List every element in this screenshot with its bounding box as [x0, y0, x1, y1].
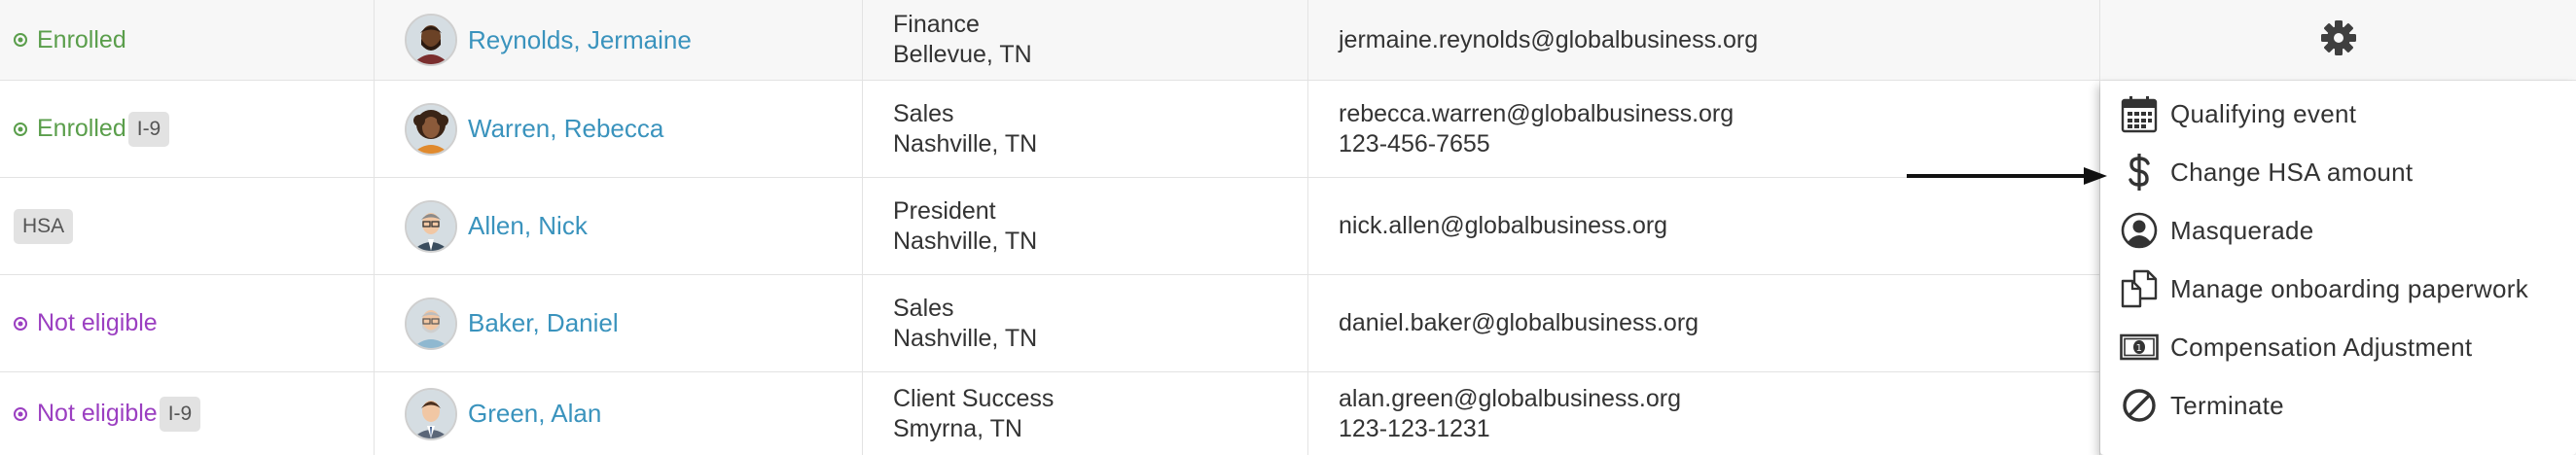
status-dot-icon — [14, 33, 27, 47]
department-cell: Finance Bellevue, TN — [863, 0, 1308, 80]
department-cell: Client Success Smyrna, TN — [863, 372, 1308, 455]
menu-item-label: Qualifying event — [2170, 98, 2357, 128]
dollar-icon — [2120, 153, 2159, 192]
status-dot-icon — [14, 406, 27, 421]
employee-name-link[interactable]: Reynolds, Jermaine — [468, 25, 692, 55]
employee-cell: Baker, Daniel — [375, 275, 863, 371]
status-not-eligible: Not eligible — [14, 400, 158, 428]
actions-cell — [2100, 0, 2576, 80]
status-cell: Enrolled — [0, 0, 375, 80]
avatar[interactable] — [405, 199, 457, 253]
ban-icon — [2120, 386, 2159, 425]
employee-cell: Warren, Rebecca — [375, 81, 863, 177]
user-circle-icon — [2120, 211, 2159, 250]
email-label: jermaine.reynolds@globalbusiness.org — [1339, 25, 1759, 53]
phone-label: 123-456-7655 — [1339, 129, 1490, 158]
menu-item-masquerade[interactable]: Masquerade — [2120, 206, 2314, 255]
menu-item-qualifying-event[interactable]: Qualifying event — [2120, 89, 2356, 138]
contact-cell: nick.allen@globalbusiness.org — [1308, 178, 2100, 274]
contact-cell: alan.green@globalbusiness.org 123-123-12… — [1308, 372, 2100, 455]
status-dot-icon — [14, 316, 27, 331]
avatar[interactable] — [405, 297, 457, 350]
department-cell: Sales Nashville, TN — [863, 275, 1308, 371]
avatar[interactable] — [405, 102, 457, 156]
table-row: Enrolled Reynolds, Jermaine Finance Bell… — [0, 0, 2576, 81]
settings-gear-button[interactable] — [2319, 18, 2358, 62]
menu-item-label: Masquerade — [2170, 215, 2314, 245]
status-label: Enrolled — [37, 115, 126, 142]
location-label: Smyrna, TN — [893, 414, 1022, 442]
location-label: Nashville, TN — [893, 129, 1038, 158]
svg-text:1: 1 — [2136, 343, 2143, 354]
employee-name-link[interactable]: Warren, Rebecca — [468, 114, 663, 144]
i9-badge: I-9 — [159, 396, 201, 432]
email-label: daniel.baker@globalbusiness.org — [1339, 309, 1699, 336]
location-label: Nashville, TN — [893, 324, 1038, 352]
status-label: Enrolled — [37, 25, 126, 53]
status-enrolled: Enrolled — [14, 115, 126, 143]
department-label: Sales — [893, 99, 954, 127]
status-cell: Not eligible — [0, 275, 375, 371]
status-dot-icon — [14, 122, 27, 136]
menu-item-compensation-adjustment[interactable]: 1 Compensation Adjustment — [2120, 323, 2472, 371]
status-label: Not eligible — [37, 400, 158, 427]
status-enrolled: Enrolled — [14, 26, 126, 54]
department-label: Finance — [893, 11, 980, 38]
menu-item-terminate[interactable]: Terminate — [2120, 381, 2284, 430]
menu-item-label: Change HSA amount — [2170, 157, 2414, 187]
employee-cell: Green, Alan — [375, 372, 863, 455]
department-label: Client Success — [893, 384, 1055, 412]
department-label: President — [893, 196, 996, 225]
status-cell: Not eligible I-9 — [0, 372, 375, 455]
hsa-badge: HSA — [14, 208, 74, 244]
department-cell: President Nashville, TN — [863, 178, 1308, 274]
avatar[interactable] — [405, 387, 457, 440]
actions-dropdown-menu: Qualifying event Change HSA amount Masqu… — [2100, 81, 2576, 455]
i9-badge: I-9 — [127, 111, 170, 147]
gear-icon — [2320, 19, 2356, 55]
status-label: Not eligible — [37, 309, 158, 336]
menu-item-change-hsa-amount[interactable]: Change HSA amount — [2120, 148, 2413, 196]
calendar-icon — [2120, 94, 2159, 133]
employee-name-link[interactable]: Baker, Daniel — [468, 308, 619, 338]
department-cell: Sales Nashville, TN — [863, 81, 1308, 177]
contact-cell: rebecca.warren@globalbusiness.org 123-45… — [1308, 81, 2100, 177]
department-label: Sales — [893, 294, 954, 322]
status-cell: Enrolled I-9 — [0, 81, 375, 177]
menu-item-manage-onboarding-paperwork[interactable]: Manage onboarding paperwork — [2120, 264, 2528, 313]
pointer-arrow-icon — [1907, 167, 2107, 185]
avatar[interactable] — [405, 14, 457, 66]
contact-cell: daniel.baker@globalbusiness.org — [1308, 275, 2100, 371]
banknote-icon: 1 — [2120, 328, 2159, 367]
status-cell: HSA — [0, 178, 375, 274]
phone-label: 123-123-1231 — [1339, 414, 1490, 442]
employee-name-link[interactable]: Allen, Nick — [468, 211, 588, 241]
menu-item-label: Manage onboarding paperwork — [2170, 273, 2529, 303]
documents-icon — [2120, 269, 2159, 308]
email-label: nick.allen@globalbusiness.org — [1339, 212, 1668, 239]
menu-item-label: Terminate — [2170, 390, 2284, 420]
employee-name-link[interactable]: Green, Alan — [468, 399, 601, 429]
email-label: alan.green@globalbusiness.org — [1339, 384, 1682, 412]
employee-cell: Reynolds, Jermaine — [375, 0, 863, 80]
status-not-eligible: Not eligible — [14, 309, 158, 337]
location-label: Nashville, TN — [893, 227, 1038, 255]
location-label: Bellevue, TN — [893, 41, 1032, 68]
menu-item-label: Compensation Adjustment — [2170, 332, 2473, 362]
email-label: rebecca.warren@globalbusiness.org — [1339, 99, 1735, 127]
contact-cell: jermaine.reynolds@globalbusiness.org — [1308, 0, 2100, 80]
employee-cell: Allen, Nick — [375, 178, 863, 274]
